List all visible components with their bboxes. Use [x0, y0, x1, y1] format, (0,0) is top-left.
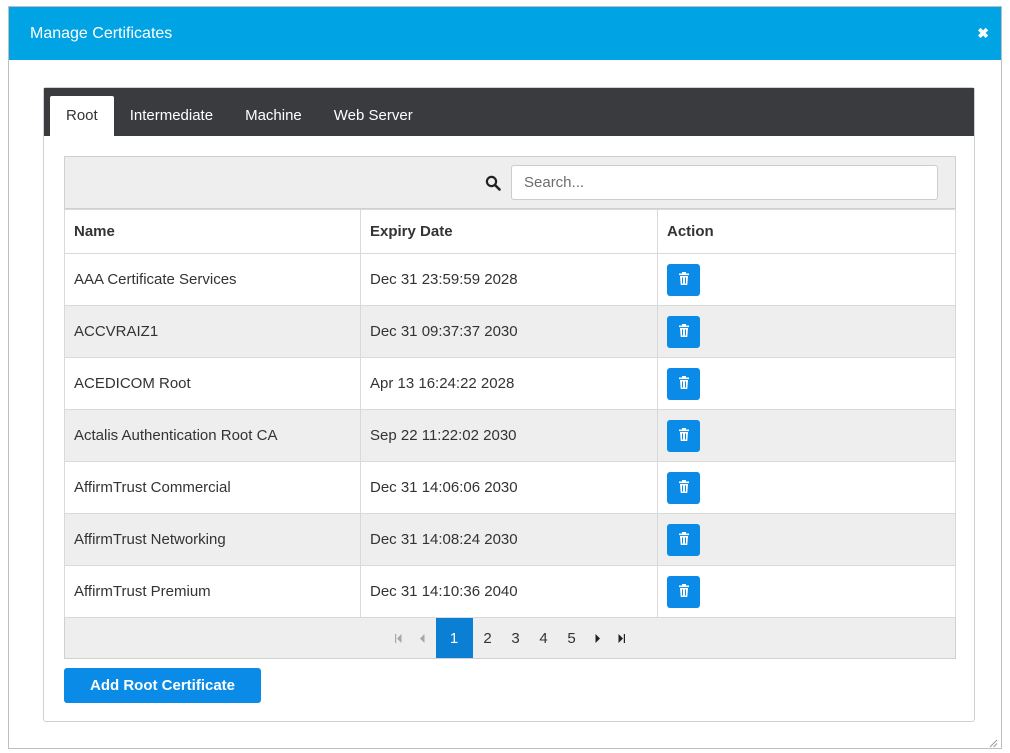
certificate-name: AAA Certificate Services	[64, 253, 361, 306]
page-number-2[interactable]: 2	[475, 618, 501, 658]
page-number-1[interactable]: 1	[435, 618, 473, 658]
search-bar	[64, 156, 956, 209]
tab-machine[interactable]: Machine	[229, 96, 318, 136]
trash-icon	[678, 583, 689, 600]
table-row: AAA Certificate Services Dec 31 23:59:59…	[64, 253, 956, 306]
column-header-action: Action	[657, 209, 956, 254]
search-icon	[485, 175, 501, 191]
action-cell	[657, 513, 956, 566]
delete-button[interactable]	[667, 367, 700, 400]
manage-certificates-dialog: Manage Certificates ✖ Root Intermediate …	[8, 6, 1002, 749]
certificate-expiry: Dec 31 23:59:59 2028	[360, 253, 658, 306]
action-cell	[657, 357, 956, 410]
table-row: Actalis Authentication Root CA Sep 22 11…	[64, 409, 956, 462]
table-row: AffirmTrust Networking Dec 31 14:08:24 2…	[64, 513, 956, 566]
column-header-name[interactable]: Name	[64, 209, 361, 254]
last-page-icon[interactable]	[610, 618, 634, 658]
certificate-name: AffirmTrust Commercial	[64, 461, 361, 514]
certificates-panel: Root Intermediate Machine Web Server Nam…	[43, 87, 975, 722]
action-cell	[657, 253, 956, 306]
page-number-4[interactable]: 4	[531, 618, 557, 658]
tab-content: Name Expiry Date Action AAA Certificate …	[64, 156, 956, 703]
delete-button[interactable]	[667, 263, 700, 296]
column-header-expiry-date[interactable]: Expiry Date	[360, 209, 658, 254]
prev-page-icon[interactable]	[411, 618, 435, 658]
certificates-table: Name Expiry Date Action AAA Certificate …	[64, 209, 956, 618]
trash-icon	[678, 375, 689, 392]
action-cell	[657, 461, 956, 514]
certificate-name: ACEDICOM Root	[64, 357, 361, 410]
search-input[interactable]	[511, 165, 938, 200]
delete-button[interactable]	[667, 419, 700, 452]
action-cell	[657, 565, 956, 618]
table-row: ACEDICOM Root Apr 13 16:24:22 2028	[64, 357, 956, 410]
table-row: AffirmTrust Premium Dec 31 14:10:36 2040	[64, 565, 956, 618]
page-number-3[interactable]: 3	[503, 618, 529, 658]
delete-button[interactable]	[667, 523, 700, 556]
close-icon[interactable]: ✖	[977, 25, 989, 42]
tab-root[interactable]: Root	[50, 96, 114, 136]
action-cell	[657, 305, 956, 358]
certificate-expiry: Dec 31 14:06:06 2030	[360, 461, 658, 514]
trash-icon	[678, 479, 689, 496]
tab-strip: Root Intermediate Machine Web Server	[44, 88, 974, 136]
pagination: 1 2 3 4 5	[64, 618, 956, 659]
certificate-name: Actalis Authentication Root CA	[64, 409, 361, 462]
trash-icon	[678, 531, 689, 548]
tab-intermediate[interactable]: Intermediate	[114, 96, 229, 136]
resize-grip-icon[interactable]	[988, 735, 998, 748]
table-row: AffirmTrust Commercial Dec 31 14:06:06 2…	[64, 461, 956, 514]
certificate-expiry: Apr 13 16:24:22 2028	[360, 357, 658, 410]
first-page-icon[interactable]	[387, 618, 411, 658]
certificate-expiry: Dec 31 09:37:37 2030	[360, 305, 658, 358]
certificate-expiry: Dec 31 14:10:36 2040	[360, 565, 658, 618]
dialog-title-bar: Manage Certificates ✖	[9, 7, 1001, 60]
trash-icon	[678, 323, 689, 340]
trash-icon	[678, 427, 689, 444]
certificate-name: AffirmTrust Premium	[64, 565, 361, 618]
certificate-expiry: Dec 31 14:08:24 2030	[360, 513, 658, 566]
tab-web-server[interactable]: Web Server	[318, 96, 429, 136]
certificate-name: ACCVRAIZ1	[64, 305, 361, 358]
table-row: ACCVRAIZ1 Dec 31 09:37:37 2030	[64, 305, 956, 358]
next-page-icon[interactable]	[586, 618, 610, 658]
delete-button[interactable]	[667, 575, 700, 608]
dialog-title: Manage Certificates	[30, 24, 173, 42]
certificate-name: AffirmTrust Networking	[64, 513, 361, 566]
delete-button[interactable]	[667, 471, 700, 504]
action-cell	[657, 409, 956, 462]
table-header-row: Name Expiry Date Action	[64, 209, 956, 254]
page-number-5[interactable]: 5	[559, 618, 585, 658]
certificate-expiry: Sep 22 11:22:02 2030	[360, 409, 658, 462]
delete-button[interactable]	[667, 315, 700, 348]
trash-icon	[678, 271, 689, 288]
add-root-certificate-button[interactable]: Add Root Certificate	[64, 668, 262, 703]
